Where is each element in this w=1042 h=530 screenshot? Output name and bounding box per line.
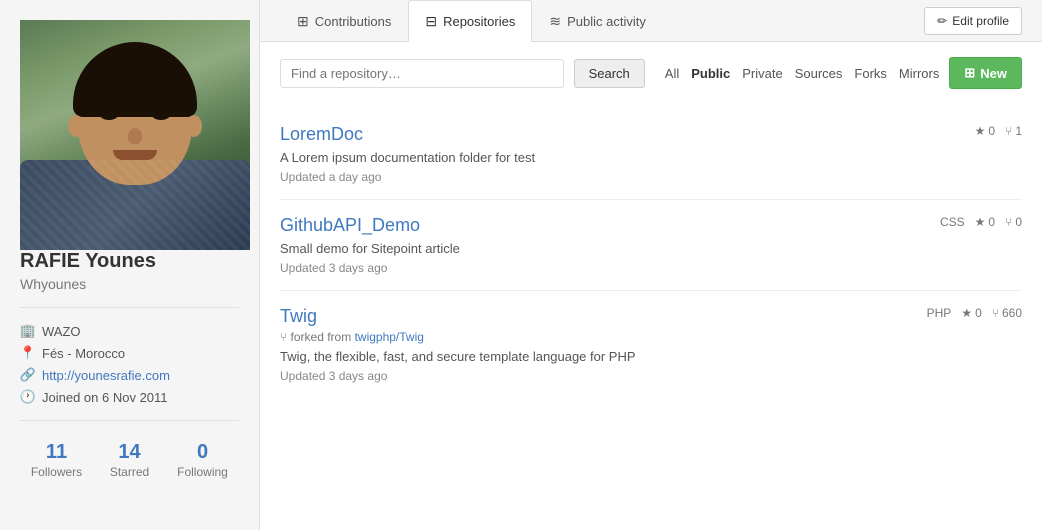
filter-all[interactable]: All — [665, 66, 679, 81]
edit-profile-button[interactable]: ✏ Edit profile — [924, 7, 1022, 35]
repo-search-input[interactable] — [280, 59, 564, 88]
user-name: RAFIE Younes — [20, 250, 239, 273]
repositories-icon: ⊟ — [425, 13, 437, 30]
contributions-icon: ⊞ — [297, 13, 309, 30]
main-content: ⊞ Contributions ⊟ Repositories ≋ Public … — [260, 0, 1042, 530]
repo-forks-twig: ⑂ 660 — [992, 306, 1022, 320]
followers-count: 11 — [20, 441, 93, 464]
repo-stars-twig: ★ 0 — [961, 306, 981, 320]
star-icon-loremdoc: ★ — [975, 124, 986, 138]
repo-section: Search All Public Private Sources Forks … — [260, 42, 1042, 413]
tabs-bar: ⊞ Contributions ⊟ Repositories ≋ Public … — [260, 0, 1042, 42]
location-icon: 📍 — [20, 345, 36, 361]
repo-header-githubapi: GithubAPI_Demo CSS ★ 0 ⑂ 0 — [280, 215, 1022, 236]
tab-repositories-label: Repositories — [443, 14, 515, 29]
repo-name-twig[interactable]: Twig — [280, 306, 317, 327]
repo-updated-twig: Updated 3 days ago — [280, 369, 1022, 383]
stars-count-loremdoc: 0 — [988, 124, 995, 138]
repo-meta-loremdoc: ★ 0 ⑂ 1 — [975, 124, 1022, 138]
repo-fork-info-twig: ⑂ forked from twigphp/Twig — [280, 330, 1022, 344]
new-repo-plus-icon: ⊞ — [964, 65, 975, 81]
clock-icon: 🕐 — [20, 389, 36, 405]
fork-icon-twig: ⑂ — [992, 306, 999, 320]
tab-contributions-label: Contributions — [315, 14, 392, 29]
following-label: Following — [177, 465, 228, 479]
repo-meta-twig: PHP ★ 0 ⑂ 660 — [927, 306, 1022, 320]
stars-count-githubapi: 0 — [988, 215, 995, 229]
followers-label: Followers — [31, 465, 82, 479]
fork-indicator-icon: ⑂ — [280, 330, 287, 344]
new-repo-button[interactable]: ⊞ New — [949, 57, 1022, 89]
repo-desc-twig: Twig, the flexible, fast, and secure tem… — [280, 349, 1022, 364]
repo-lang-githubapi: CSS — [940, 215, 965, 229]
repo-desc-githubapi: Small demo for Sitepoint article — [280, 241, 1022, 256]
stat-followers[interactable]: 11 Followers — [20, 441, 93, 479]
starred-label: Starred — [110, 465, 149, 479]
repo-search-container — [280, 59, 564, 88]
meta-joined: 🕐 Joined on 6 Nov 2011 — [20, 389, 239, 405]
tab-public-activity[interactable]: ≋ Public activity — [532, 0, 662, 42]
star-icon-githubapi: ★ — [975, 215, 986, 229]
stat-following[interactable]: 0 Following — [166, 441, 239, 479]
forks-count-loremdoc: 1 — [1015, 124, 1022, 138]
repo-name-githubapi[interactable]: GithubAPI_Demo — [280, 215, 420, 236]
repo-header-loremdoc: LoremDoc ★ 0 ⑂ 1 — [280, 124, 1022, 145]
meta-website[interactable]: 🔗 http://younesrafie.com — [20, 367, 239, 383]
sidebar: RAFIE Younes Whyounes 🏢 WAZO 📍 Fés - Mor… — [0, 0, 260, 530]
search-button[interactable]: Search — [574, 59, 645, 88]
repo-header-twig: Twig PHP ★ 0 ⑂ 660 — [280, 306, 1022, 327]
filter-forks[interactable]: Forks — [854, 66, 887, 81]
fork-source-link-twig[interactable]: twigphp/Twig — [355, 330, 424, 344]
pencil-icon: ✏ — [937, 14, 947, 28]
repo-updated-githubapi: Updated 3 days ago — [280, 261, 1022, 275]
user-handle: Whyounes — [20, 276, 239, 292]
website-link[interactable]: http://younesrafie.com — [42, 368, 170, 383]
filter-sources[interactable]: Sources — [795, 66, 843, 81]
filter-links: All Public Private Sources Forks Mirrors — [665, 66, 940, 81]
repo-item-loremdoc: LoremDoc ★ 0 ⑂ 1 A Lorem ipsu — [280, 109, 1022, 200]
repo-forks-loremdoc: ⑂ 1 — [1005, 124, 1022, 138]
repo-meta-githubapi: CSS ★ 0 ⑂ 0 — [940, 215, 1022, 229]
sidebar-divider-2 — [20, 420, 239, 421]
meta-company: 🏢 WAZO — [20, 323, 239, 339]
edit-profile-label: Edit profile — [952, 14, 1009, 28]
link-icon: 🔗 — [20, 367, 36, 383]
tab-public-activity-label: Public activity — [567, 14, 646, 29]
repo-name-loremdoc[interactable]: LoremDoc — [280, 124, 363, 145]
filter-mirrors[interactable]: Mirrors — [899, 66, 939, 81]
repo-list: LoremDoc ★ 0 ⑂ 1 A Lorem ipsu — [280, 109, 1022, 398]
repo-stars-githubapi: ★ 0 — [975, 215, 995, 229]
new-repo-label: New — [980, 66, 1007, 81]
stat-starred[interactable]: 14 Starred — [93, 441, 166, 479]
sidebar-divider — [20, 307, 239, 308]
repo-updated-loremdoc: Updated a day ago — [280, 170, 1022, 184]
forks-count-githubapi: 0 — [1015, 215, 1022, 229]
repo-filter-bar: Search All Public Private Sources Forks … — [280, 57, 1022, 89]
stats-bar: 11 Followers 14 Starred 0 Following — [20, 441, 239, 479]
repo-forks-githubapi: ⑂ 0 — [1005, 215, 1022, 229]
fork-icon-loremdoc: ⑂ — [1005, 124, 1012, 138]
starred-count: 14 — [93, 441, 166, 464]
forks-count-twig: 660 — [1002, 306, 1022, 320]
avatar — [20, 20, 250, 250]
building-icon: 🏢 — [20, 323, 36, 339]
repo-lang-twig: PHP — [927, 306, 952, 320]
repo-desc-loremdoc: A Lorem ipsum documentation folder for t… — [280, 150, 1022, 165]
filter-private[interactable]: Private — [742, 66, 782, 81]
fork-icon-githubapi: ⑂ — [1005, 215, 1012, 229]
star-icon-twig: ★ — [961, 306, 972, 320]
tab-repositories[interactable]: ⊟ Repositories — [408, 0, 532, 42]
repo-item-twig: Twig PHP ★ 0 ⑂ 660 — [280, 291, 1022, 398]
repo-stars-loremdoc: ★ 0 — [975, 124, 995, 138]
repo-item-githubapi: GithubAPI_Demo CSS ★ 0 ⑂ 0 — [280, 200, 1022, 291]
activity-icon: ≋ — [549, 13, 561, 30]
filter-public[interactable]: Public — [691, 66, 730, 81]
following-count: 0 — [166, 441, 239, 464]
tab-contributions[interactable]: ⊞ Contributions — [280, 0, 408, 42]
meta-location: 📍 Fés - Morocco — [20, 345, 239, 361]
stars-count-twig: 0 — [975, 306, 982, 320]
